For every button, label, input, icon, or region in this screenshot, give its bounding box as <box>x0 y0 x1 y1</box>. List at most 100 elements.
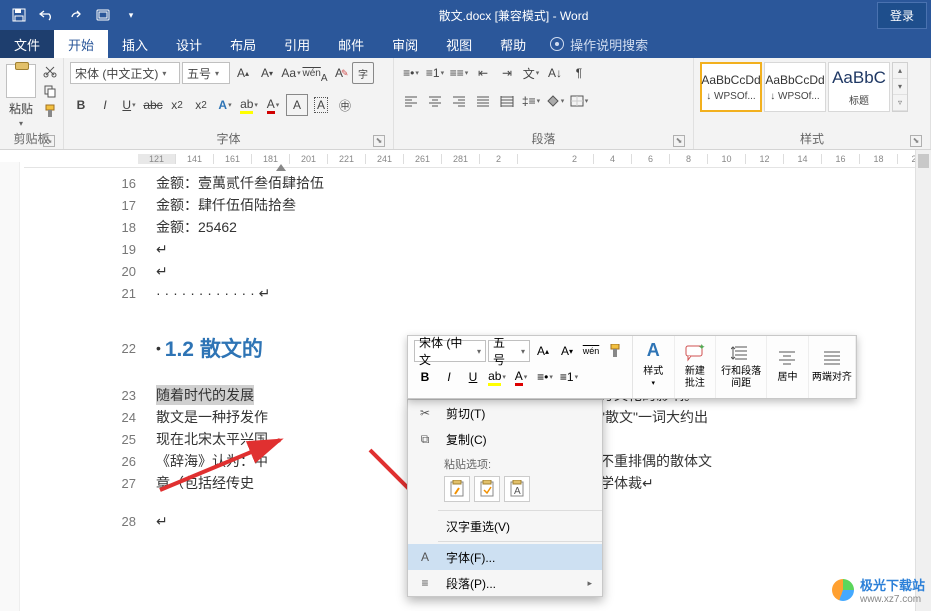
highlight-icon[interactable]: ab▾ <box>238 94 260 116</box>
mini-highlight-icon[interactable]: ab▾ <box>486 366 508 388</box>
align-center-icon[interactable] <box>424 90 446 112</box>
mini-grow-font-icon[interactable]: A▴ <box>532 340 554 362</box>
ctx-copy[interactable]: ⧉复制(C) <box>408 426 602 452</box>
enclose-characters-icon[interactable]: 字 <box>352 62 374 84</box>
font-size-combo[interactable]: 五号▾ <box>182 62 230 84</box>
char-border-icon[interactable]: A <box>310 94 332 116</box>
text-effects-icon[interactable]: A▾ <box>214 94 236 116</box>
format-painter-icon[interactable] <box>40 102 60 120</box>
mini-bold-icon[interactable]: B <box>414 366 436 388</box>
clipboard-launcher-icon[interactable]: ⬊ <box>43 135 55 147</box>
mini-phonetic-icon[interactable]: wén <box>580 340 602 362</box>
mini-font-name[interactable]: 宋体 (中文▾ <box>414 340 486 362</box>
undo-icon[interactable] <box>34 3 60 27</box>
styles-gallery-scroll[interactable]: ▴▾▿ <box>892 62 908 112</box>
multilevel-list-icon[interactable]: ≡≡▾ <box>448 62 470 84</box>
shading-icon[interactable]: ▾ <box>544 90 566 112</box>
phonetic-guide-icon[interactable]: wénA <box>304 62 326 84</box>
tab-layout[interactable]: 布局 <box>216 30 270 58</box>
touch-mode-icon[interactable] <box>90 3 116 27</box>
subscript-icon[interactable]: x2 <box>166 94 188 116</box>
tab-mailings[interactable]: 邮件 <box>324 30 378 58</box>
decrease-indent-icon[interactable]: ⇤ <box>472 62 494 84</box>
style-heading[interactable]: AaBbC标题 <box>828 62 890 112</box>
heading-text: 1.2 散文的 <box>165 333 263 363</box>
paste-keep-source-icon[interactable] <box>444 476 470 502</box>
justify-icon[interactable] <box>472 90 494 112</box>
indent-marker-icon[interactable] <box>276 164 286 171</box>
tab-file[interactable]: 文件 <box>0 30 54 58</box>
vertical-scrollbar[interactable] <box>915 150 931 611</box>
superscript-icon[interactable]: x2 <box>190 94 212 116</box>
styles-launcher-icon[interactable]: ⬊ <box>910 135 922 147</box>
tab-view[interactable]: 视图 <box>432 30 486 58</box>
style-wpsof-1[interactable]: AaBbCcDd↓ WPSOf... <box>700 62 762 112</box>
mini-new-comment-button[interactable]: ✦新建批注 <box>675 336 717 398</box>
font-color-icon[interactable]: A▾ <box>262 94 284 116</box>
horizontal-ruler[interactable]: 1211411611812012212412612812246810121416… <box>24 150 915 168</box>
redo-icon[interactable] <box>62 3 88 27</box>
grow-font-icon[interactable]: A▴ <box>232 62 254 84</box>
distributed-icon[interactable] <box>496 90 518 112</box>
mini-line-spacing-button[interactable]: 行和段落间距 <box>716 336 767 398</box>
text-direction-icon[interactable]: 文▾ <box>520 62 542 84</box>
paste-merge-icon[interactable] <box>474 476 500 502</box>
borders-icon[interactable]: ▾ <box>568 90 590 112</box>
char-shading-icon[interactable]: A <box>286 94 308 116</box>
align-left-icon[interactable] <box>400 90 422 112</box>
tab-insert[interactable]: 插入 <box>108 30 162 58</box>
paragraph-launcher-icon[interactable]: ⬊ <box>673 135 685 147</box>
strikethrough-icon[interactable]: abc <box>142 94 164 116</box>
increase-indent-icon[interactable]: ⇥ <box>496 62 518 84</box>
paste-button[interactable]: 粘贴 ▾ <box>6 62 36 128</box>
group-styles-label: 样式 <box>800 132 824 146</box>
circle-char-icon[interactable]: ㊥ <box>334 94 356 116</box>
tab-review[interactable]: 审阅 <box>378 30 432 58</box>
selected-text: 随着时代的发展 <box>156 385 254 405</box>
bullets-icon[interactable]: ≡•▾ <box>400 62 422 84</box>
tab-help[interactable]: 帮助 <box>486 30 540 58</box>
font-name-combo[interactable]: 宋体 (中文正文)▾ <box>70 62 180 84</box>
show-marks-icon[interactable]: ¶ <box>568 62 590 84</box>
save-icon[interactable] <box>6 3 32 27</box>
paste-text-only-icon[interactable]: A <box>504 476 530 502</box>
shrink-font-icon[interactable]: A▾ <box>256 62 278 84</box>
scrollbar-thumb[interactable] <box>918 154 929 168</box>
clear-formatting-icon[interactable]: A✎ <box>328 62 350 84</box>
ctx-paragraph[interactable]: ≡段落(P)...▸ <box>408 570 602 596</box>
tab-references[interactable]: 引用 <box>270 30 324 58</box>
login-button[interactable]: 登录 <box>877 2 927 29</box>
underline-icon[interactable]: U▾ <box>118 94 140 116</box>
tell-me[interactable]: 操作说明搜索 <box>540 30 658 58</box>
mini-format-painter-icon[interactable] <box>604 340 626 362</box>
mini-numbering-icon[interactable]: ≡1▾ <box>558 366 580 388</box>
tab-home[interactable]: 开始 <box>54 30 108 58</box>
bold-icon[interactable]: B <box>70 94 92 116</box>
mini-bullets-icon[interactable]: ≡•▾ <box>534 366 556 388</box>
mini-font-color-icon[interactable]: A▾ <box>510 366 532 388</box>
mini-styles-button[interactable]: A样式▾ <box>633 336 675 398</box>
align-right-icon[interactable] <box>448 90 470 112</box>
change-case-icon[interactable]: Aa▾ <box>280 62 302 84</box>
mini-justify-button[interactable]: 两端对齐 <box>809 336 856 398</box>
line-spacing-icon[interactable]: ‡≡▾ <box>520 90 542 112</box>
vertical-ruler <box>0 162 20 611</box>
ctx-cut[interactable]: ✂剪切(T) <box>408 400 602 426</box>
copy-icon[interactable] <box>40 82 60 100</box>
font-launcher-icon[interactable]: ⬊ <box>373 135 385 147</box>
mini-font-size[interactable]: 五号▾ <box>488 340 530 362</box>
sort-icon[interactable]: A↓ <box>544 62 566 84</box>
tab-design[interactable]: 设计 <box>162 30 216 58</box>
mini-center-button[interactable]: 居中 <box>767 336 809 398</box>
numbering-icon[interactable]: ≡1▾ <box>424 62 446 84</box>
ctx-font[interactable]: A字体(F)... <box>408 544 602 570</box>
cut-icon[interactable] <box>40 62 60 80</box>
mini-shrink-font-icon[interactable]: A▾ <box>556 340 578 362</box>
mini-italic-icon[interactable]: I <box>438 366 460 388</box>
italic-icon[interactable]: I <box>94 94 116 116</box>
qat-customize-icon[interactable]: ▾ <box>118 3 144 27</box>
style-wpsof-2[interactable]: AaBbCcDd↓ WPSOf... <box>764 62 826 112</box>
ctx-hanzi-reselect[interactable]: 汉字重选(V) <box>408 513 602 539</box>
group-paragraph-label: 段落 <box>531 132 555 146</box>
mini-underline-icon[interactable]: U <box>462 366 484 388</box>
